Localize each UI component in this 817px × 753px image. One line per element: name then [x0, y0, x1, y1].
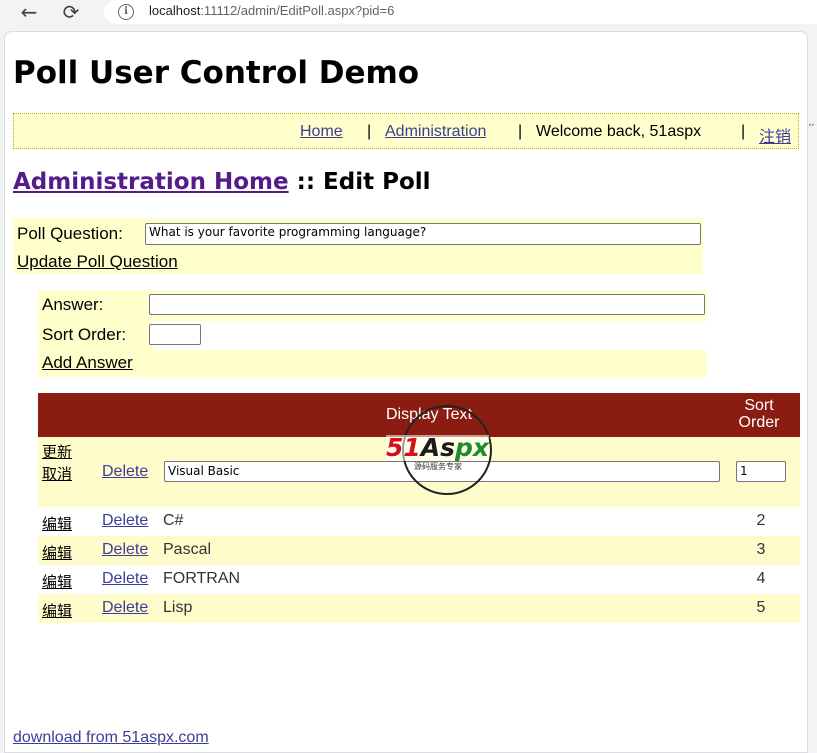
nav-separator: | [741, 123, 746, 140]
answer-sort-order: 5 [756, 599, 766, 616]
breadcrumb-current: :: Edit Poll [288, 169, 431, 195]
answer-text: C# [163, 512, 184, 529]
back-arrow-icon[interactable]: ← [16, 0, 42, 26]
nav-separator: | [518, 123, 523, 140]
answer-input[interactable] [149, 294, 705, 315]
add-answer-form: Answer: Sort Order: Add Answer [38, 290, 707, 377]
display-text-input[interactable]: Visual Basic [164, 461, 720, 482]
url-path: :11112/admin/EditPoll.aspx?pid=6 [200, 3, 395, 18]
delete-row-link[interactable]: Delete [102, 463, 148, 481]
display-text-header: Display Text [386, 406, 472, 423]
edit-row-link[interactable]: 编辑 [42, 542, 72, 563]
poll-question-panel: Poll Question: What is your favorite pro… [13, 218, 703, 274]
page-edge-marker: ·· [808, 118, 815, 132]
site-info-icon[interactable]: i [118, 4, 134, 20]
address-bar[interactable]: i localhost:11112/admin/EditPoll.aspx?pi… [104, 0, 817, 24]
update-row-link[interactable]: 更新 [42, 443, 72, 461]
answer-text: Pascal [163, 541, 212, 558]
table-row-editing: 更新 取消 Delete Visual Basic 1 [38, 437, 800, 507]
top-nav-bar: Home | Administration | Welcome back, 51… [13, 113, 799, 149]
nav-administration-link[interactable]: Administration [385, 123, 486, 141]
answer-sort-order: 3 [756, 541, 766, 558]
sort-order-row-input[interactable]: 1 [736, 461, 786, 482]
answer-text: Lisp [163, 599, 193, 616]
sort-order-input[interactable] [149, 324, 201, 345]
url-host: localhost [149, 3, 201, 18]
sort-order-label: Sort Order: [42, 325, 127, 344]
reload-icon[interactable]: ⟳ [58, 0, 84, 26]
table-row: 编辑 Delete Lisp 5 [38, 594, 800, 623]
sort-order-header: Sort Order [726, 397, 792, 431]
edit-row-commands: 更新 取消 [42, 441, 86, 485]
sort-order-header-line2: Order [738, 414, 780, 431]
page-title: Poll User Control Demo [13, 55, 420, 91]
update-poll-question-link[interactable]: Update Poll Question [17, 252, 178, 272]
welcome-text: Welcome back, 51aspx [536, 123, 702, 140]
breadcrumb-admin-home-link[interactable]: Administration Home [13, 169, 289, 195]
web-page: Poll User Control Demo Home | Administra… [4, 31, 808, 753]
answer-sort-order: 4 [756, 570, 766, 587]
add-answer-link[interactable]: Add Answer [42, 353, 133, 373]
sort-order-row: Sort Order: [38, 321, 152, 350]
edit-row-link[interactable]: 编辑 [42, 571, 72, 592]
nav-home-link[interactable]: Home [300, 123, 343, 141]
poll-question-label: Poll Question: [17, 224, 123, 243]
delete-row-link[interactable]: Delete [102, 599, 148, 617]
url-text[interactable]: localhost:11112/admin/EditPoll.aspx?pid=… [149, 3, 394, 18]
answer-row: Answer: [38, 290, 707, 321]
edit-row-link[interactable]: 编辑 [42, 513, 72, 534]
sort-order-header-line1: Sort [744, 397, 774, 414]
cancel-row-link[interactable]: 取消 [42, 465, 72, 483]
delete-row-link[interactable]: Delete [102, 570, 148, 588]
browser-toolbar: ← ⟳ i localhost:11112/admin/EditPoll.asp… [0, 0, 817, 30]
table-row: 编辑 Delete FORTRAN 4 [38, 565, 800, 594]
nav-separator: | [367, 123, 372, 140]
delete-row-link[interactable]: Delete [102, 541, 148, 559]
table-row: 编辑 Delete C# 2 [38, 507, 800, 536]
add-answer-row [38, 350, 707, 377]
answer-text: FORTRAN [163, 570, 241, 587]
download-link[interactable]: download from 51aspx.com [13, 729, 209, 747]
nav-logout-link[interactable]: 注销 [759, 123, 791, 147]
delete-row-link[interactable]: Delete [102, 512, 148, 530]
table-row: 编辑 Delete Pascal 3 [38, 536, 800, 565]
answer-sort-order: 2 [756, 512, 766, 529]
grid-header: Display Text Sort Order [38, 393, 800, 437]
answer-label: Answer: [42, 295, 104, 314]
edit-row-link[interactable]: 编辑 [42, 600, 72, 621]
poll-question-input[interactable]: What is your favorite programming langua… [145, 223, 701, 245]
breadcrumb: Administration Home :: Edit Poll [13, 169, 431, 195]
